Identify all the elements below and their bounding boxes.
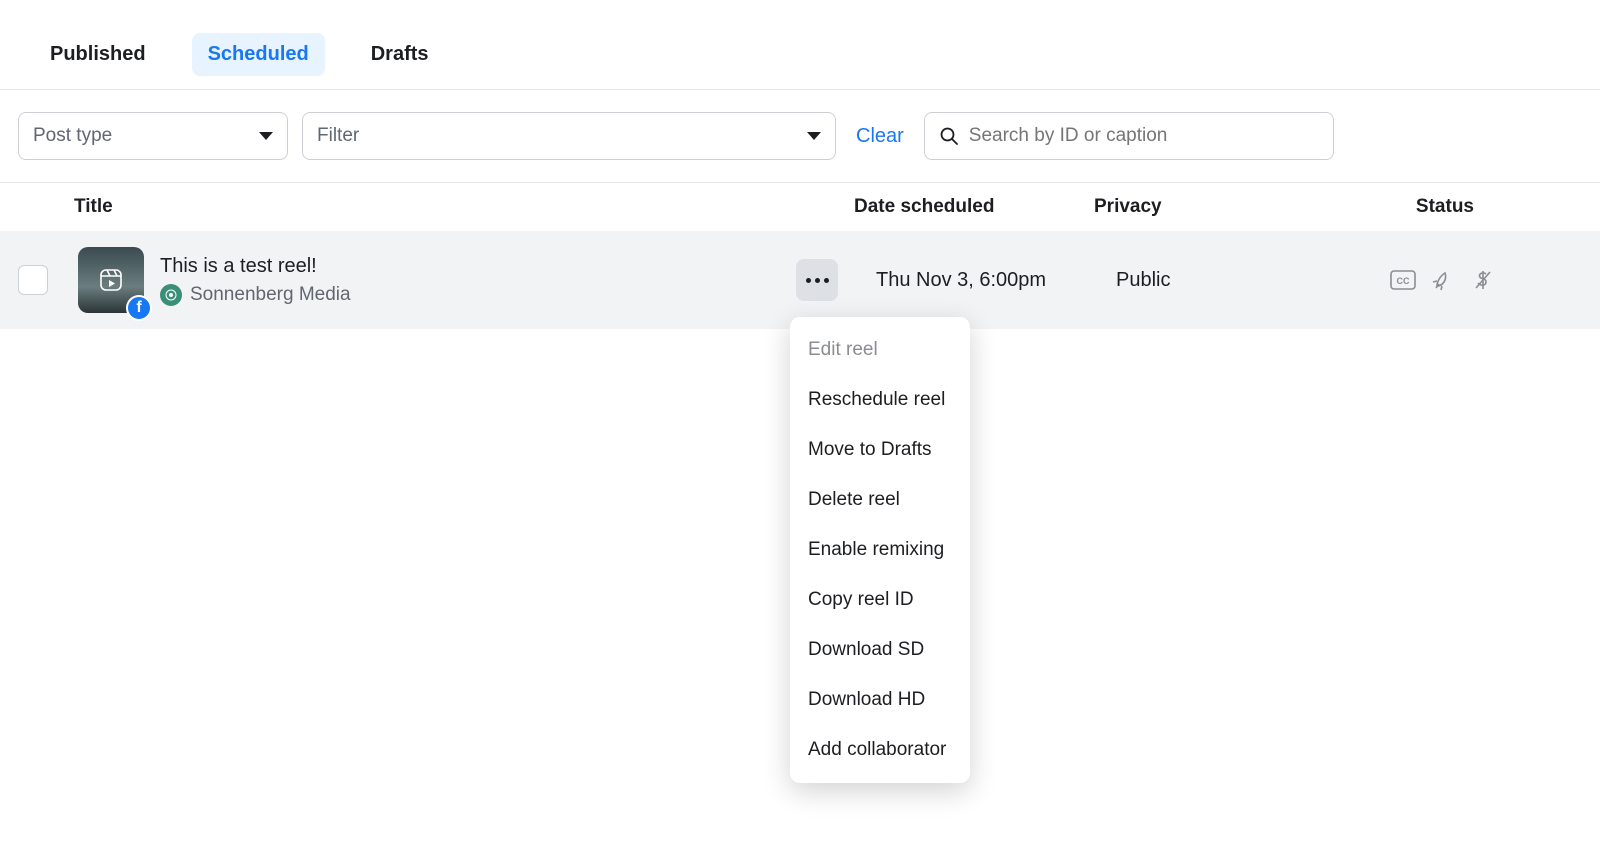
menu-delete-reel[interactable]: Delete reel	[790, 475, 970, 525]
tab-scheduled[interactable]: Scheduled	[192, 33, 325, 76]
column-privacy: Privacy	[1094, 196, 1334, 218]
tab-published[interactable]: Published	[34, 33, 162, 76]
facebook-badge-icon: f	[126, 295, 152, 321]
filter-label: Filter	[317, 125, 359, 147]
closed-captions-icon: CC	[1390, 270, 1416, 290]
reel-icon	[97, 266, 125, 294]
chevron-down-icon	[807, 132, 821, 140]
tabs-bar: Published Scheduled Drafts	[0, 0, 1600, 90]
page-avatar-icon	[160, 284, 182, 306]
post-type-label: Post type	[33, 125, 112, 147]
menu-enable-remixing[interactable]: Enable remixing	[790, 525, 970, 575]
menu-download-sd[interactable]: Download SD	[790, 625, 970, 675]
table-header: Title Date scheduled Privacy Status	[0, 183, 1600, 231]
search-box[interactable]	[924, 112, 1334, 160]
menu-edit-reel: Edit reel	[790, 325, 970, 375]
search-icon	[939, 126, 959, 146]
post-type-select[interactable]: Post type	[18, 112, 288, 160]
dollar-icon	[1470, 270, 1496, 290]
row-author-name: Sonnenberg Media	[190, 284, 351, 306]
rocket-icon	[1430, 270, 1456, 290]
table-row: f This is a test reel! Sonnenberg Media …	[0, 231, 1600, 329]
svg-text:CC: CC	[1397, 276, 1410, 286]
menu-download-hd[interactable]: Download HD	[790, 675, 970, 725]
tab-drafts[interactable]: Drafts	[355, 33, 445, 76]
row-title[interactable]: This is a test reel!	[160, 255, 796, 278]
filter-select[interactable]: Filter	[302, 112, 836, 160]
menu-copy-reel-id[interactable]: Copy reel ID	[790, 575, 970, 625]
actions-dropdown: Edit reel Reschedule reel Move to Drafts…	[790, 317, 970, 783]
menu-reschedule-reel[interactable]: Reschedule reel	[790, 375, 970, 425]
column-title: Title	[74, 196, 854, 218]
row-date: Thu Nov 3, 6:00pm	[876, 269, 1116, 292]
filters-bar: Post type Filter Clear	[0, 90, 1600, 183]
ellipsis-icon	[806, 278, 829, 283]
reel-thumbnail[interactable]: f	[78, 247, 144, 313]
menu-move-to-drafts[interactable]: Move to Drafts	[790, 425, 970, 475]
clear-button[interactable]: Clear	[850, 125, 910, 148]
menu-add-collaborator[interactable]: Add collaborator	[790, 725, 970, 775]
row-author[interactable]: Sonnenberg Media	[160, 284, 796, 306]
chevron-down-icon	[259, 132, 273, 140]
search-input[interactable]	[969, 125, 1319, 147]
column-status: Status	[1334, 196, 1474, 218]
row-privacy: Public	[1116, 269, 1356, 292]
row-checkbox[interactable]	[18, 265, 48, 295]
more-actions-button[interactable]	[796, 259, 838, 301]
column-date: Date scheduled	[854, 196, 1094, 218]
